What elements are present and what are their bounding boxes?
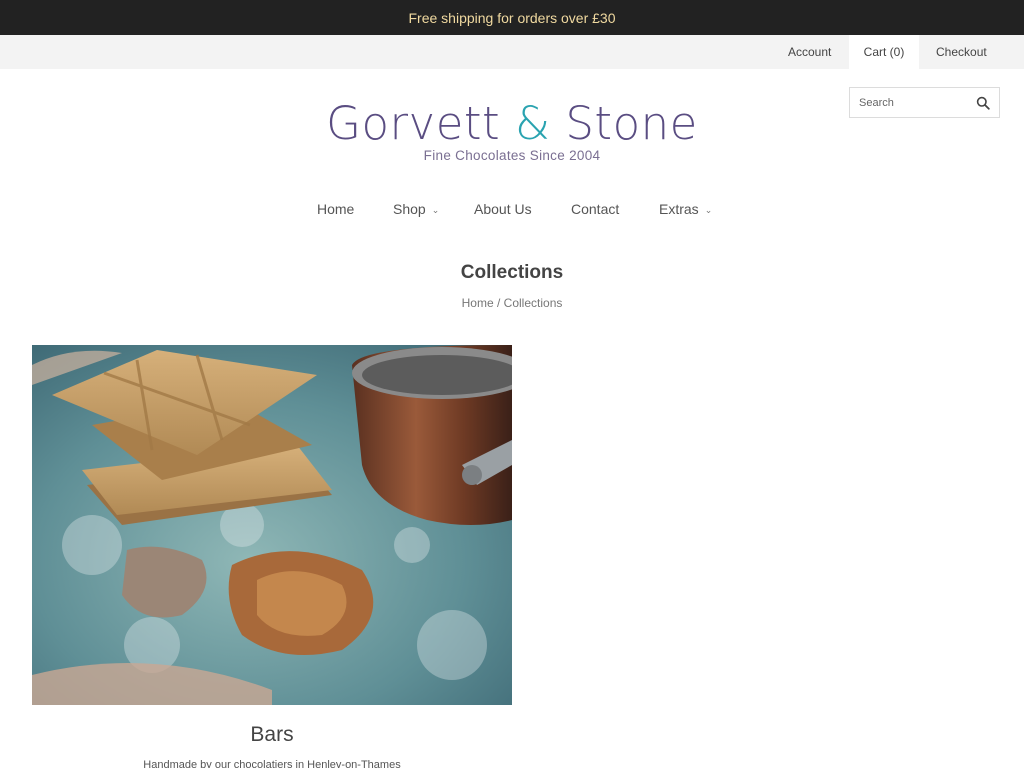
- search-input[interactable]: [850, 88, 970, 117]
- logo-wordmark: Gorvett & Stone: [320, 96, 704, 151]
- collection-title[interactable]: Bars: [32, 723, 512, 747]
- search-icon[interactable]: [976, 96, 990, 110]
- breadcrumb: Home / Collections: [0, 296, 1024, 310]
- account-link[interactable]: Account: [788, 35, 831, 69]
- nav-item-contact[interactable]: Contact: [571, 196, 619, 222]
- cart-link[interactable]: Cart (0): [849, 35, 919, 69]
- top-account-bar: Account Cart (0) Checkout: [0, 35, 1024, 69]
- search-box: [849, 87, 1000, 118]
- nav-item-home[interactable]: Home: [317, 196, 354, 222]
- site-logo[interactable]: Gorvett & Stone Fine Chocolates Since 20…: [312, 96, 712, 168]
- page-title: Collections: [460, 262, 564, 283]
- logo-brand-first: Gorvett: [326, 97, 515, 150]
- announcement-bar: Free shipping for orders over £30: [0, 0, 1024, 35]
- collection-image[interactable]: [32, 345, 512, 705]
- chevron-down-icon: ⌄: [431, 204, 440, 215]
- collection-card-bars[interactable]: Bars Handmade by our chocolatiers in Hen…: [32, 345, 512, 768]
- nav-item-about-us[interactable]: About Us: [474, 196, 532, 222]
- nav-item-shop[interactable]: Shop ⌄: [393, 196, 439, 222]
- nav-item-label: Contact: [571, 201, 620, 217]
- chocolate-bars-photo: [32, 345, 512, 705]
- collection-description: Handmade by our chocolatiers in Henley-o…: [143, 759, 401, 768]
- logo-ampersand: &: [514, 97, 551, 150]
- checkout-link[interactable]: Checkout: [936, 35, 987, 69]
- main-navigation: Home Shop ⌄ About Us Contact Extras ⌄: [0, 196, 1024, 222]
- logo-brand-last: Stone: [550, 97, 698, 150]
- breadcrumb-current: Collections: [503, 296, 563, 310]
- breadcrumb-separator: /: [496, 296, 501, 310]
- nav-item-label: Extras: [659, 201, 699, 217]
- nav-item-extras[interactable]: Extras ⌄: [659, 196, 712, 222]
- nav-item-label: About Us: [474, 201, 532, 217]
- logo-tagline: Fine Chocolates Since 2004: [423, 148, 601, 163]
- nav-item-label: Home: [317, 201, 355, 217]
- chevron-down-icon: ⌄: [704, 204, 713, 215]
- breadcrumb-home-link[interactable]: Home: [462, 296, 494, 310]
- nav-item-label: Shop: [393, 201, 426, 217]
- announcement-text: Free shipping for orders over £30: [408, 9, 616, 26]
